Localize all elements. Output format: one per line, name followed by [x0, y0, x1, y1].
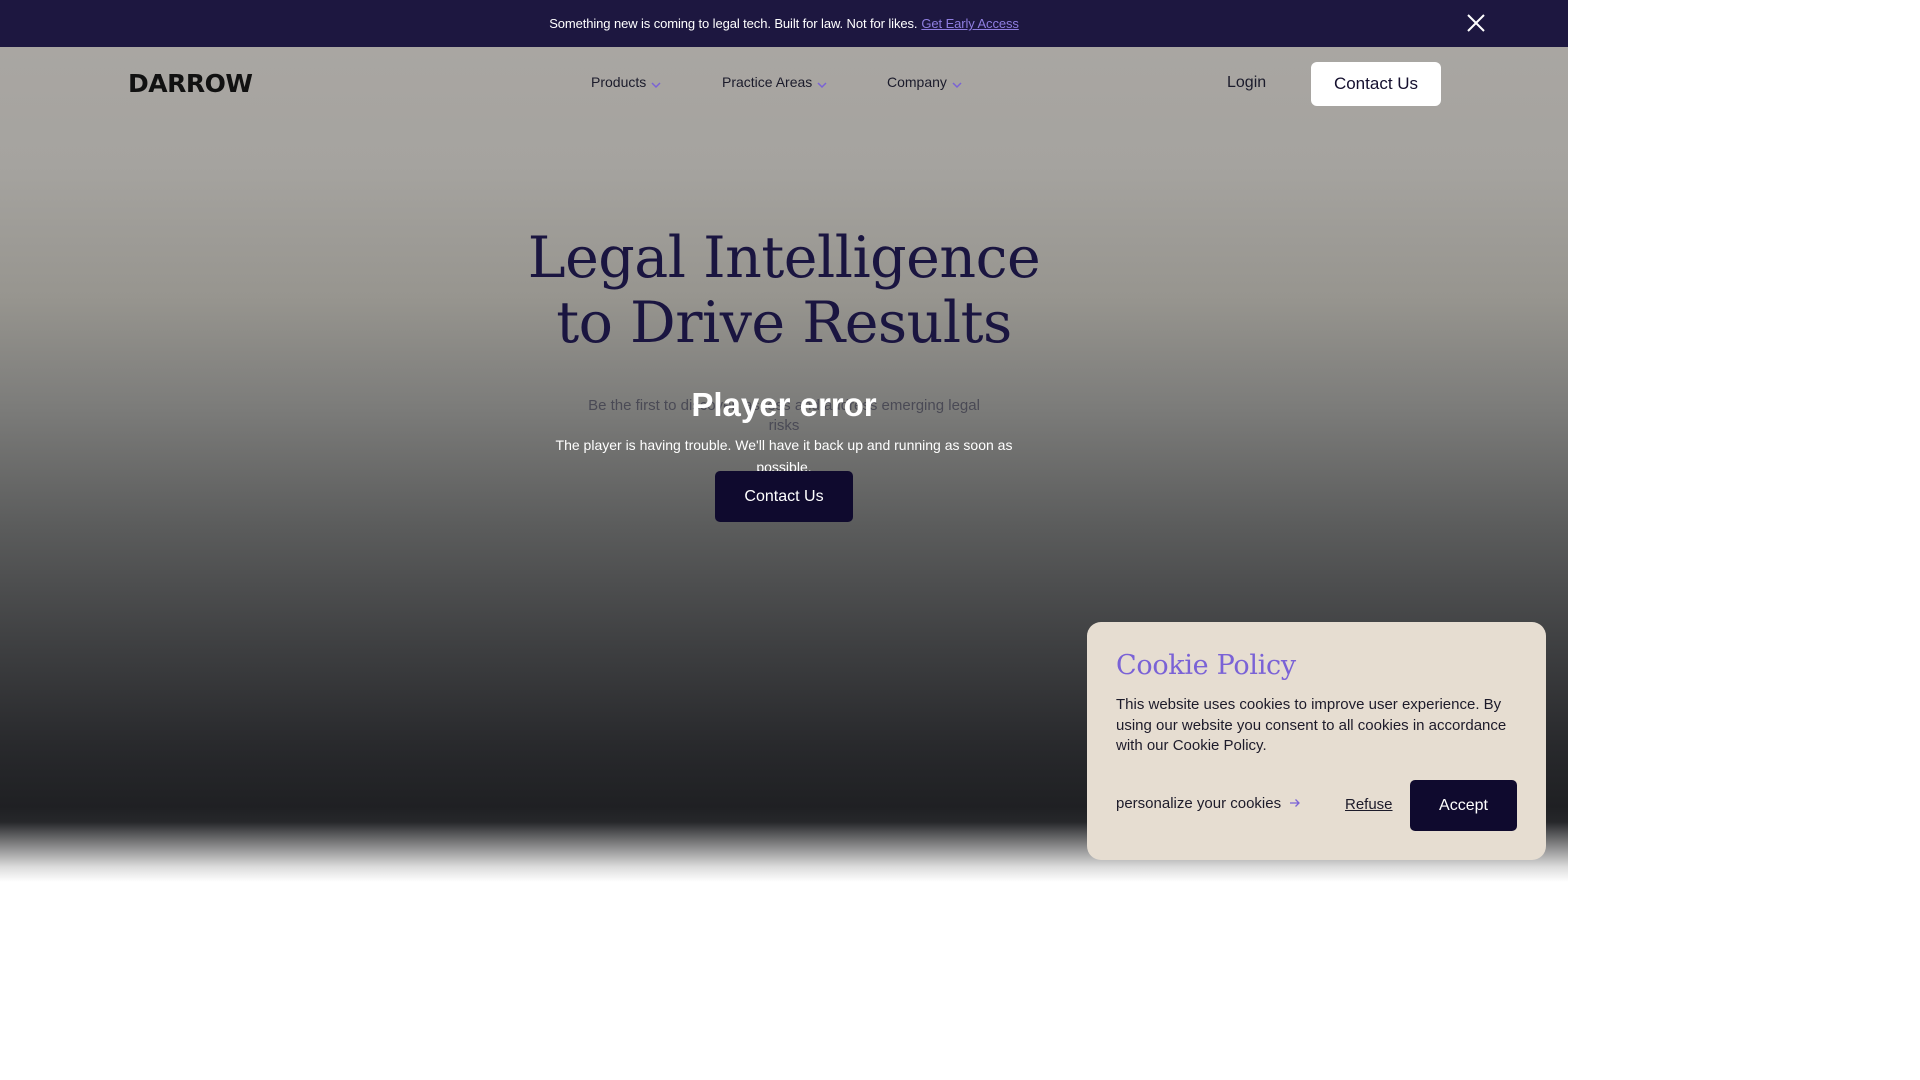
personalize-cookies-label: personalize your cookies [1116, 795, 1282, 812]
accept-cookies-button[interactable]: Accept [1410, 780, 1517, 831]
nav-practice-areas-label: Practice Areas [722, 74, 813, 90]
announcement-message: Something new is coming to legal tech. B… [549, 16, 918, 31]
chevron-down-icon [817, 77, 827, 89]
page: Something new is coming to legal tech. B… [0, 0, 1568, 882]
announcement-bar: Something new is coming to legal tech. B… [0, 0, 1568, 47]
arrow-right-icon [1289, 796, 1301, 811]
nav-company-label: Company [887, 74, 947, 90]
get-early-access-link[interactable]: Get Early Access [921, 16, 1018, 31]
cookie-policy-text: This website uses cookies to improve use… [1116, 696, 1507, 754]
darrow-logo[interactable]: DARROW [128, 69, 253, 98]
nav-practice-areas[interactable]: Practice Areas [722, 74, 827, 90]
nav-products-label: Products [591, 74, 647, 90]
player-error-title: Player error [691, 386, 877, 423]
close-icon[interactable] [1466, 13, 1486, 33]
hero-headline-line-1: Legal Intelligence [527, 225, 1041, 291]
personalize-cookies-link[interactable]: personalize your cookies [1116, 795, 1301, 812]
nav-products[interactable]: Products [591, 74, 661, 90]
chevron-down-icon [952, 77, 962, 89]
nav-company[interactable]: Company [887, 74, 962, 90]
refuse-cookies-button[interactable]: Refuse [1345, 796, 1393, 813]
cookie-policy-title: Cookie Policy [1116, 650, 1296, 681]
header-contact-us-button[interactable]: Contact Us [1311, 62, 1441, 106]
hero-contact-us-button[interactable]: Contact Us [715, 471, 853, 522]
hero-headline: Legal Intelligence to Drive Results [434, 226, 1134, 356]
hero-headline-line-2: to Drive Results [556, 290, 1012, 356]
cookie-policy-dialog: Cookie Policy This website uses cookies … [1087, 622, 1546, 860]
chevron-down-icon [651, 77, 661, 89]
login-link[interactable]: Login [1227, 74, 1266, 92]
